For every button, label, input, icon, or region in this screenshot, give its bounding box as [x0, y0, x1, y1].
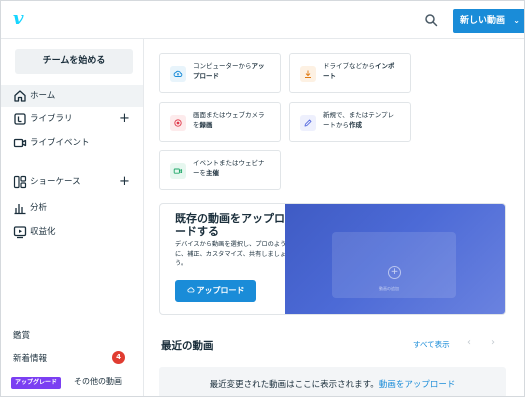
hero-title: 既存の動画をアップロードする — [175, 212, 285, 238]
hero-description: デバイスから動画を選択し、プロのように、補正、カスタマイズ、共有しましょう。 — [175, 241, 287, 267]
cloud-upload-icon — [186, 287, 194, 293]
host-event-card[interactable]: イベントまたはウェビナ ーを主催 — [159, 150, 281, 190]
card-text: 新規で、またはテンプレ ートから作成 — [323, 111, 395, 129]
sidebar-item-live-event[interactable]: ライブイベント — [1, 132, 143, 154]
record-screen-card[interactable]: 画面またはウェブカメラ を録画 — [159, 102, 281, 142]
import-icon — [300, 66, 316, 82]
create-from-template-card[interactable]: 新規で、またはテンプレ ートから作成 — [289, 102, 411, 142]
sidebar: チームを始める ホーム ライブラリ + ライブイベント ショーケース + 分析 … — [1, 39, 144, 396]
sidebar-item-analytics[interactable]: 分析 — [1, 197, 143, 219]
upgrade-badge[interactable]: アップグレード — [11, 377, 62, 389]
upload-button-label: アップロード — [196, 286, 245, 295]
watch-link[interactable]: 鑑賞 — [13, 329, 30, 341]
create-icon — [300, 115, 316, 131]
notification-badge: 4 — [112, 351, 125, 364]
live-event-icon — [13, 138, 27, 148]
record-icon — [170, 115, 186, 131]
recent-videos-title: 最近の動画 — [161, 340, 214, 352]
upload-button[interactable]: アップロード — [175, 280, 256, 302]
chevron-left-icon[interactable]: ‹ — [467, 337, 471, 348]
new-video-button[interactable]: 新しい動画 ⌄ — [453, 9, 524, 33]
app-window: v 新しい動画 ⌄ チームを始める ホーム ライブラリ + ライブイベント ショ… — [0, 0, 525, 397]
cloud-upload-icon — [170, 66, 186, 82]
search-icon[interactable] — [424, 13, 438, 27]
import-from-drive-card[interactable]: ドライブなどからインポ ート — [289, 53, 411, 93]
monetize-icon — [13, 226, 27, 239]
chevron-right-icon[interactable]: › — [491, 337, 495, 348]
illustration-caption: 動画の追加 — [379, 286, 399, 291]
card-text: ドライブなどからインポ ート — [323, 62, 395, 80]
sidebar-item-monetize[interactable]: 収益化 — [1, 221, 143, 243]
card-text: イベントまたはウェビナ ーを主催 — [193, 159, 265, 177]
sidebar-item-label: ショーケース — [30, 177, 81, 187]
sidebar-item-label: ライブイベント — [30, 138, 90, 148]
library-icon — [14, 113, 26, 125]
start-team-button[interactable]: チームを始める — [15, 49, 133, 74]
card-text: 画面またはウェブカメラ を録画 — [193, 111, 265, 129]
sidebar-item-label: ホーム — [30, 91, 56, 101]
empty-state-text: 最近変更された動画はここに表示されます。 — [209, 380, 379, 390]
event-icon — [170, 163, 186, 179]
other-videos-link[interactable]: その他の動画 — [74, 376, 122, 387]
add-icon: + — [388, 266, 401, 279]
sidebar-item-label: 収益化 — [30, 227, 56, 237]
add-library-button[interactable]: + — [119, 108, 130, 130]
new-info-link[interactable]: 新着情報 — [13, 352, 47, 364]
see-all-link[interactable]: すべて表示 — [413, 339, 450, 350]
hero-illustration: + 動画の追加 — [285, 204, 505, 314]
sidebar-item-showcase[interactable]: ショーケース + — [1, 171, 143, 193]
sidebar-item-home[interactable]: ホーム — [1, 85, 143, 107]
showcase-icon — [13, 175, 27, 189]
upload-existing-video-panel: 既存の動画をアップロードする デバイスから動画を選択し、プロのように、補正、カス… — [159, 203, 506, 315]
analytics-icon — [14, 204, 26, 215]
sidebar-item-library[interactable]: ライブラリ + — [1, 108, 143, 130]
home-icon — [14, 90, 26, 102]
sidebar-item-label: ライブラリ — [30, 114, 73, 124]
new-video-label: 新しい動画 — [460, 16, 506, 26]
card-text: コンピューターからアッ プロード — [193, 62, 265, 80]
upload-from-computer-card[interactable]: コンピューターからアッ プロード — [159, 53, 281, 93]
add-showcase-button[interactable]: + — [119, 171, 130, 193]
recent-videos-empty-state: 最近変更された動画はここに表示されます。動画をアップロード — [159, 367, 506, 396]
vimeo-logo[interactable]: v — [13, 10, 23, 28]
top-bar: v 新しい動画 ⌄ — [1, 1, 524, 39]
chevron-down-icon: ⌄ — [513, 16, 520, 25]
sidebar-item-label: 分析 — [30, 203, 48, 213]
upload-video-link[interactable]: 動画をアップロード — [379, 380, 456, 390]
